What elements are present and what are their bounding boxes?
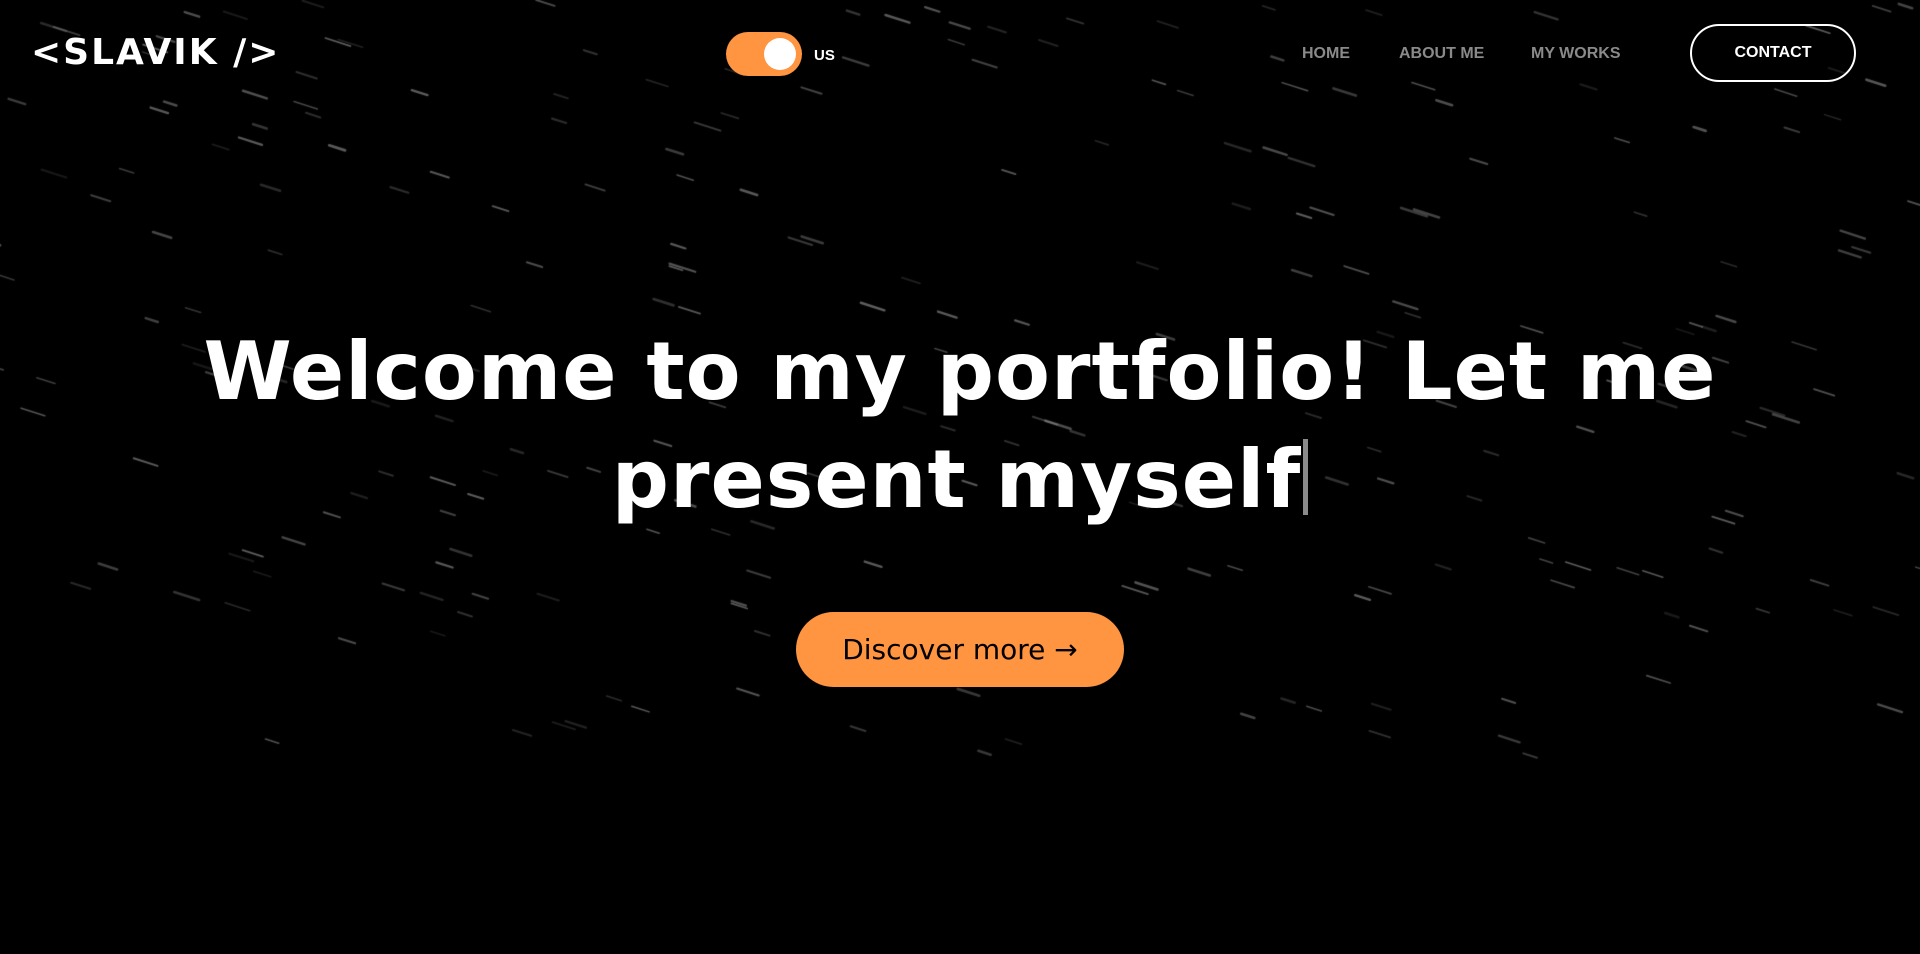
language-toggle[interactable] [726, 32, 802, 76]
contact-button[interactable]: CONTACT [1690, 24, 1856, 82]
site-logo[interactable]: <SLAVIK /> [31, 28, 280, 78]
discover-more-button[interactable]: Discover more → [796, 612, 1124, 687]
nav-link-my-works[interactable]: MY WORKS [1531, 44, 1620, 64]
hero-section: Welcome to my portfolio! Let me present m… [0, 318, 1920, 534]
hero-title: Welcome to my portfolio! Let me present m… [110, 318, 1810, 534]
text-caret-icon [1303, 439, 1309, 515]
hero-title-line-1: Welcome to my portfolio! Let me [203, 325, 1717, 418]
nav-link-about-me[interactable]: ABOUT ME [1399, 44, 1484, 64]
nav-link-home[interactable]: HOME [1302, 44, 1350, 64]
top-navigation-bar: <SLAVIK /> US HOME ABOUT ME MY WORKS CON… [0, 0, 1920, 110]
toggle-knob-icon [764, 38, 796, 70]
hero-title-line-2: present myself [611, 433, 1302, 526]
language-label: US [814, 47, 835, 64]
